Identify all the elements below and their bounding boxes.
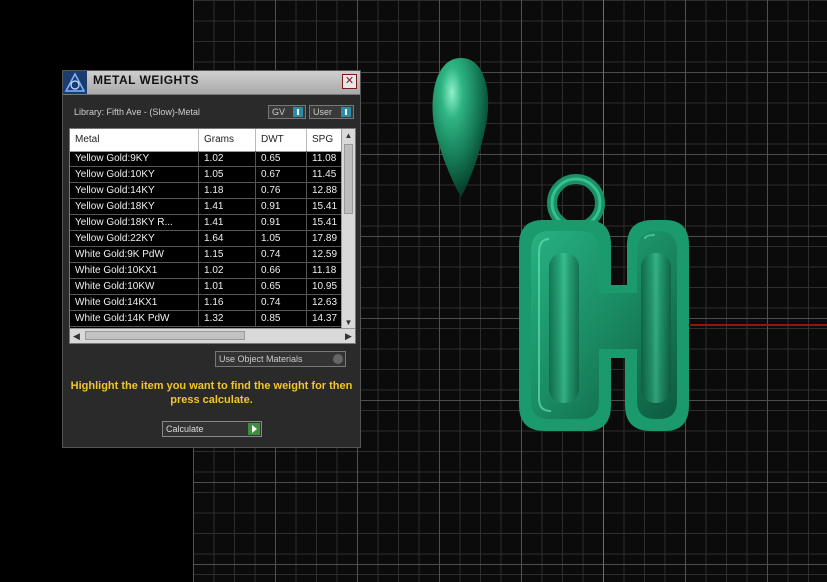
play-arrow-icon bbox=[248, 423, 260, 435]
cell-metal: Yellow Gold:14KY bbox=[70, 183, 199, 199]
cell-grams: 1.41 bbox=[199, 199, 256, 215]
horizontal-scrollbar[interactable]: ◀ ▶ bbox=[70, 328, 355, 343]
cell-grams: 1.02 bbox=[199, 263, 256, 279]
user-toggle-label: User bbox=[313, 107, 333, 117]
column-header-dwt[interactable]: DWT bbox=[256, 129, 307, 151]
cell-spg: 17.89 bbox=[307, 231, 343, 247]
column-header-metal[interactable]: Metal bbox=[70, 129, 199, 151]
table-row[interactable]: White Gold:14KX1 1.16 0.74 12.63 bbox=[70, 295, 343, 311]
scroll-thumb[interactable] bbox=[85, 331, 245, 340]
table-row[interactable]: Yellow Gold:9KY 1.02 0.65 11.08 bbox=[70, 151, 343, 167]
cell-spg: 10.95 bbox=[307, 279, 343, 295]
metal-table[interactable]: Metal Grams DWT SPG Yellow Gold:9KY 1.02 0… bbox=[69, 128, 356, 344]
table-row[interactable]: White Gold:14K PdW 1.32 0.85 14.37 bbox=[70, 311, 343, 327]
metal-weights-dialog[interactable]: METAL WEIGHTS ✕ Library: Fifth Ave - (Sl… bbox=[62, 70, 361, 448]
cell-metal: White Gold:10KX1 bbox=[70, 263, 199, 279]
toggle-switch-icon bbox=[293, 107, 303, 117]
cell-spg: 11.45 bbox=[307, 167, 343, 183]
cell-spg: 11.18 bbox=[307, 263, 343, 279]
cell-spg: 12.88 bbox=[307, 183, 343, 199]
user-toggle[interactable]: User bbox=[309, 105, 354, 119]
cell-spg: 14.37 bbox=[307, 311, 343, 327]
cell-metal: White Gold:9K PdW bbox=[70, 247, 199, 263]
dialog-titlebar[interactable]: METAL WEIGHTS ✕ bbox=[63, 71, 360, 95]
cell-grams: 1.15 bbox=[199, 247, 256, 263]
table-row[interactable]: Yellow Gold:14KY 1.18 0.76 12.88 bbox=[70, 183, 343, 199]
cell-grams: 1.32 bbox=[199, 311, 256, 327]
cell-spg: 11.08 bbox=[307, 151, 343, 167]
calculate-button[interactable]: Calculate bbox=[162, 421, 262, 437]
close-button[interactable]: ✕ bbox=[342, 74, 357, 89]
cell-metal: Yellow Gold:18KY bbox=[70, 199, 199, 215]
library-label: Library: Fifth Ave - (Slow)-Metal bbox=[74, 107, 200, 117]
table-row[interactable]: White Gold:9K PdW 1.15 0.74 12.59 bbox=[70, 247, 343, 263]
scroll-up-icon[interactable]: ▲ bbox=[342, 129, 355, 142]
cell-grams: 1.64 bbox=[199, 231, 256, 247]
cell-dwt: 0.76 bbox=[256, 183, 307, 199]
table-row[interactable]: White Gold:10KW 1.01 0.65 10.95 bbox=[70, 279, 343, 295]
cell-metal: Yellow Gold:9KY bbox=[70, 151, 199, 167]
cell-dwt: 1.05 bbox=[256, 231, 307, 247]
cell-grams: 1.41 bbox=[199, 215, 256, 231]
dialog-title: METAL WEIGHTS bbox=[93, 73, 200, 87]
cell-dwt: 0.74 bbox=[256, 295, 307, 311]
app-logo-icon bbox=[63, 71, 87, 94]
cell-metal: White Gold:10KW bbox=[70, 279, 199, 295]
table-row[interactable]: Yellow Gold:18KY R... 1.41 0.91 15.41 bbox=[70, 215, 343, 231]
instruction-text: Highlight the item you want to find the … bbox=[70, 380, 353, 406]
cell-grams: 1.02 bbox=[199, 151, 256, 167]
table-row[interactable]: Yellow Gold:18KY 1.41 0.91 15.41 bbox=[70, 199, 343, 215]
cell-metal: White Gold:14K PdW bbox=[70, 311, 199, 327]
vertical-scrollbar[interactable]: ▲ ▼ bbox=[341, 129, 355, 329]
cell-spg: 15.41 bbox=[307, 215, 343, 231]
cell-metal: Yellow Gold:18KY R... bbox=[70, 215, 199, 231]
scroll-thumb[interactable] bbox=[344, 144, 353, 214]
cell-dwt: 0.91 bbox=[256, 199, 307, 215]
cell-grams: 1.18 bbox=[199, 183, 256, 199]
cell-dwt: 0.65 bbox=[256, 151, 307, 167]
cell-spg: 15.41 bbox=[307, 199, 343, 215]
cell-dwt: 0.74 bbox=[256, 247, 307, 263]
table-header: Metal Grams DWT SPG bbox=[70, 129, 343, 152]
teardrop-model[interactable] bbox=[428, 55, 494, 201]
use-object-materials-label: Use Object Materials bbox=[219, 354, 303, 364]
scroll-right-icon[interactable]: ▶ bbox=[342, 329, 355, 343]
x-axis-line bbox=[690, 324, 827, 326]
cell-grams: 1.16 bbox=[199, 295, 256, 311]
gv-toggle[interactable]: GV bbox=[268, 105, 306, 119]
cell-metal: Yellow Gold:10KY bbox=[70, 167, 199, 183]
cell-dwt: 0.67 bbox=[256, 167, 307, 183]
cell-grams: 1.05 bbox=[199, 167, 256, 183]
calculate-label: Calculate bbox=[166, 424, 204, 434]
cell-dwt: 0.66 bbox=[256, 263, 307, 279]
cell-spg: 12.59 bbox=[307, 247, 343, 263]
cell-metal: White Gold:14KX1 bbox=[70, 295, 199, 311]
cell-spg: 12.63 bbox=[307, 295, 343, 311]
cell-dwt: 0.85 bbox=[256, 311, 307, 327]
gv-toggle-label: GV bbox=[272, 107, 286, 117]
cell-metal: Yellow Gold:22KY bbox=[70, 231, 199, 247]
column-header-spg[interactable]: SPG bbox=[307, 129, 343, 151]
table-row[interactable]: Yellow Gold:22KY 1.64 1.05 17.89 bbox=[70, 231, 343, 247]
cell-grams: 1.01 bbox=[199, 279, 256, 295]
use-object-materials-toggle[interactable]: Use Object Materials bbox=[215, 351, 346, 367]
table-row[interactable]: Yellow Gold:10KY 1.05 0.67 11.45 bbox=[70, 167, 343, 183]
table-row[interactable]: White Gold:10KX1 1.02 0.66 11.18 bbox=[70, 263, 343, 279]
column-header-grams[interactable]: Grams bbox=[199, 129, 256, 151]
cell-dwt: 0.65 bbox=[256, 279, 307, 295]
letter-h-pendant-model[interactable] bbox=[515, 173, 695, 435]
table-body: Yellow Gold:9KY 1.02 0.65 11.08 Yellow Gold:… bbox=[70, 151, 343, 327]
toggle-switch-icon bbox=[341, 107, 351, 117]
cell-dwt: 0.91 bbox=[256, 215, 307, 231]
radio-indicator-icon bbox=[333, 354, 343, 364]
scroll-left-icon[interactable]: ◀ bbox=[70, 329, 83, 343]
